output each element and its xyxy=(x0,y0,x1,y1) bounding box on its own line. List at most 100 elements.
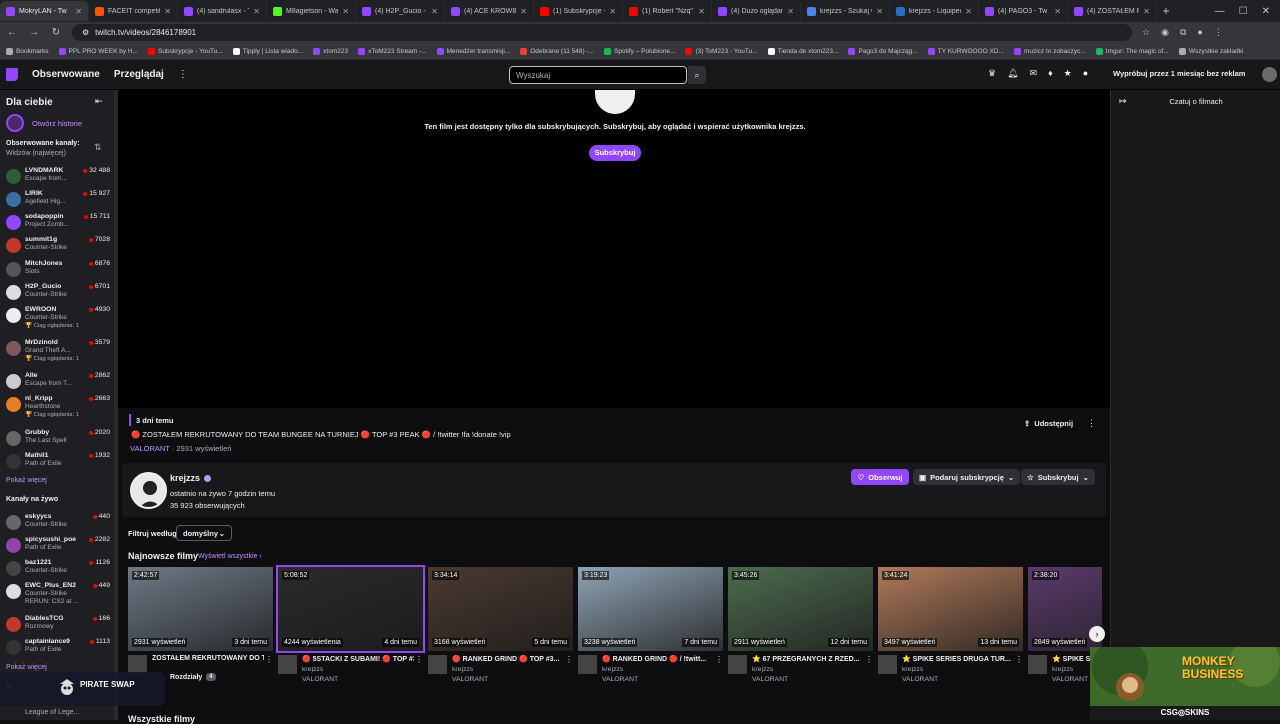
video-card-channel[interactable]: krejzzs xyxy=(752,666,773,673)
bookmark-item[interactable]: Menedżer transmisji... xyxy=(436,47,510,55)
gift-sub-button[interactable]: ▣ Podaruj subskrypcję ⌄ xyxy=(913,469,1021,485)
bookmark-item[interactable]: Imgur: The magic of... xyxy=(1095,47,1169,55)
browser-tab[interactable]: krejzzs - Liquipedia ✕ xyxy=(890,1,979,21)
video-card-avatar[interactable] xyxy=(728,655,747,674)
tab-close-icon[interactable]: ✕ xyxy=(520,7,527,16)
browser-tab[interactable]: M8agietson - Watch✕ xyxy=(267,1,356,21)
browser-tab[interactable]: (1) Subskrypcje - Yo ✕ xyxy=(534,1,623,21)
whispers-icon[interactable]: ● xyxy=(1083,68,1088,79)
bookmark-item[interactable]: (3) ToM223 - YouTu... xyxy=(685,47,758,55)
video-card-more-icon[interactable]: ⋮ xyxy=(865,655,873,664)
video-card-title[interactable]: ZOSTAŁEM REKRUTOWANY DO TEAM xyxy=(152,655,264,662)
bookmark-item[interactable]: Subskrypcje - YouTu... xyxy=(148,47,223,55)
bookmark-item[interactable]: xtom223 xyxy=(313,47,348,55)
video-card[interactable]: 5:08:52 4244 wyświetlenia 4 dni temu 🔴 5STA… xyxy=(276,565,425,687)
video-card-more-icon[interactable]: ⋮ xyxy=(415,655,423,664)
extensions-puzzle-icon[interactable]: ⧉ xyxy=(1180,27,1186,38)
browser-tab[interactable]: FACEIT competitive✕ xyxy=(89,1,178,21)
show-more-followed[interactable]: Pokaż więcej xyxy=(6,477,47,484)
bookmark-item[interactable]: TY KURWOOOO XD... xyxy=(927,47,1004,55)
video-card-avatar[interactable] xyxy=(878,655,897,674)
crown-icon[interactable]: ♛ xyxy=(988,68,996,79)
browser-tab[interactable]: krejzzs - Szukaj w G ✕ xyxy=(801,1,890,21)
history-link[interactable]: Otwórz historie xyxy=(6,114,82,132)
follow-button[interactable]: ♡ Obserwuj xyxy=(851,469,909,485)
sidebar-channel[interactable]: spicysushi_poe Path of Exile 2282 xyxy=(6,536,110,558)
video-card-game[interactable]: VALORANT xyxy=(302,676,338,683)
video-card-channel[interactable]: krejzzs xyxy=(302,666,323,673)
tab-close-icon[interactable]: ✕ xyxy=(1054,7,1061,16)
browser-tab[interactable]: (4) sandrulasx - Tw ✕ xyxy=(178,1,267,21)
tab-close-icon[interactable]: ✕ xyxy=(609,7,616,16)
browser-tab[interactable]: (4) PAGO3 - Tw ✕ xyxy=(979,1,1068,21)
minimize-icon[interactable]: — xyxy=(1215,6,1225,17)
video-game-link[interactable]: VALORANT xyxy=(130,444,170,453)
bookmark-item[interactable]: Bookmarks xyxy=(6,47,49,55)
sidebar-channel[interactable]: eskyycs Counter-Strike 440 xyxy=(6,513,110,535)
site-info-icon[interactable]: ⚙ xyxy=(82,28,89,37)
bookmark-item[interactable]: xToM223 Stream -... xyxy=(358,47,427,55)
twitch-logo-icon[interactable] xyxy=(6,68,18,81)
filter-select[interactable]: domyślny ⌄ xyxy=(176,525,232,541)
video-card-title[interactable]: ⭐ SPIKE SERIES DRUGA TUR... xyxy=(902,655,1014,663)
collapse-sidebar-icon[interactable]: ⇤ xyxy=(95,96,103,107)
tab-close-icon[interactable]: ✕ xyxy=(342,7,349,16)
nav-following[interactable]: Obserwowane xyxy=(32,69,100,80)
sidebar-channel[interactable]: MitchJones Slots 6876 xyxy=(6,260,110,282)
video-thumbnail[interactable]: 3:45:26 2911 wyświetleń 12 dni temu xyxy=(728,567,873,651)
bookmark-item[interactable]: Tipply | Lista wiado... xyxy=(232,47,303,55)
sidebar-channel[interactable]: LVNDMARK Escape from... 32 488 xyxy=(6,167,110,189)
sidebar-channel[interactable]: Mathil1 Path of Exile 1932 xyxy=(6,452,110,474)
browser-tab[interactable]: (4) H2P_Gucio - Tw ✕ xyxy=(356,1,445,21)
video-card-avatar[interactable] xyxy=(1028,655,1047,674)
inbox-icon[interactable]: ✉ xyxy=(1030,68,1038,79)
sidebar-channel[interactable]: nl_Kripp Hearthstone 🏆 Ciąg oglądania: 1 26… xyxy=(6,395,110,418)
browser-menu-icon[interactable]: ⋮ xyxy=(1214,27,1223,38)
video-card-game[interactable]: VALORANT xyxy=(602,676,638,683)
drops-icon[interactable]: ♦ xyxy=(1048,68,1053,79)
bookmark-item[interactable]: Spotify – Polubione... xyxy=(604,47,675,55)
tab-close-icon[interactable]: ✕ xyxy=(164,7,171,16)
forward-icon[interactable]: → xyxy=(28,27,40,38)
bookmark-item[interactable]: Odebrane (11 548) -... xyxy=(520,47,594,55)
sidebar-channel[interactable]: H2P_Gucio Counter-Strike 6701 xyxy=(6,283,110,305)
tab-close-icon[interactable]: ✕ xyxy=(787,7,794,16)
new-tab-icon[interactable]: + xyxy=(1157,4,1175,18)
video-card-channel[interactable]: krejzzs xyxy=(452,666,473,673)
video-card[interactable]: 2:42:57 2931 wyświetleń 3 dni temu ZOSTAŁEM… xyxy=(128,567,273,687)
profile-icon[interactable]: ● xyxy=(1197,27,1202,38)
player-subscribe-button[interactable]: Subskrybuj xyxy=(589,145,641,161)
video-card[interactable]: 3:41:24 3497 wyświetleń 13 dni temu ⭐ SPIKE… xyxy=(878,567,1023,687)
tab-close-icon[interactable]: ✕ xyxy=(1143,7,1150,16)
close-window-icon[interactable]: ✕ xyxy=(1262,6,1270,17)
video-thumbnail[interactable]: 5:08:52 4244 wyświetlenia 4 dni temu xyxy=(276,565,425,653)
tab-close-icon[interactable]: ✕ xyxy=(876,7,883,16)
video-card-avatar[interactable] xyxy=(428,655,447,674)
sidebar-channel[interactable]: captainlance9 Path of Exile 1113 xyxy=(6,638,110,660)
sidebar-channel[interactable]: EWROON Counter-Strike 🏆 Ciąg oglądania: 1 4… xyxy=(6,306,110,329)
video-thumbnail[interactable]: 3:41:24 3497 wyświetleń 13 dni temu xyxy=(878,567,1023,651)
sidebar-channel[interactable]: Grubby The Last Spell 2020 xyxy=(6,429,110,451)
browser-tab[interactable]: MokryLAN - Tw ✕ xyxy=(0,1,89,21)
bookmark-item[interactable]: Tienda de xtom223... xyxy=(767,47,838,55)
search-input[interactable]: Wyszukaj xyxy=(509,66,687,84)
csgoskins-ad[interactable]: MONKEY BUSINESS CSG◎SKINS xyxy=(1090,647,1280,720)
browser-tab[interactable]: (4) ZOSTAŁEM R ✕ xyxy=(1068,1,1157,21)
tab-close-icon[interactable]: ✕ xyxy=(698,7,705,16)
sidebar-channel[interactable]: Alle Escape from T... 2862 xyxy=(6,372,110,394)
tab-close-icon[interactable]: ✕ xyxy=(431,7,438,16)
subscribe-button[interactable]: ☆ Subskrybuj ⌄ xyxy=(1021,469,1095,485)
sidebar-channel[interactable]: MrDzinold Grand Theft A... 🏆 Ciąg oglądani… xyxy=(6,339,110,362)
browser-tab[interactable]: (1) Robert "Nzq" Br ✕ xyxy=(623,1,712,21)
pirate-swap-overlay[interactable]: PIRATE SWAP xyxy=(0,672,165,706)
chapters-badge[interactable]: Rozdziały 4 xyxy=(170,673,216,681)
extension-icon[interactable]: ◉ xyxy=(1161,27,1169,38)
share-button[interactable]: ⇪ Udostępnij xyxy=(1018,416,1079,431)
video-card[interactable]: 3:45:26 2911 wyświetleń 12 dni temu ⭐ 67 PR… xyxy=(728,567,873,687)
bookmark-item[interactable]: PPL PRO WEEK by H... xyxy=(58,47,138,55)
maximize-icon[interactable]: ☐ xyxy=(1239,6,1248,17)
show-more-live[interactable]: Pokaż więcej xyxy=(6,664,47,671)
video-card-avatar[interactable] xyxy=(578,655,597,674)
video-card-game[interactable]: VALORANT xyxy=(902,676,938,683)
video-card-title[interactable]: 🔴 RANKED GRIND 🔴 / !twitt... xyxy=(602,655,714,663)
